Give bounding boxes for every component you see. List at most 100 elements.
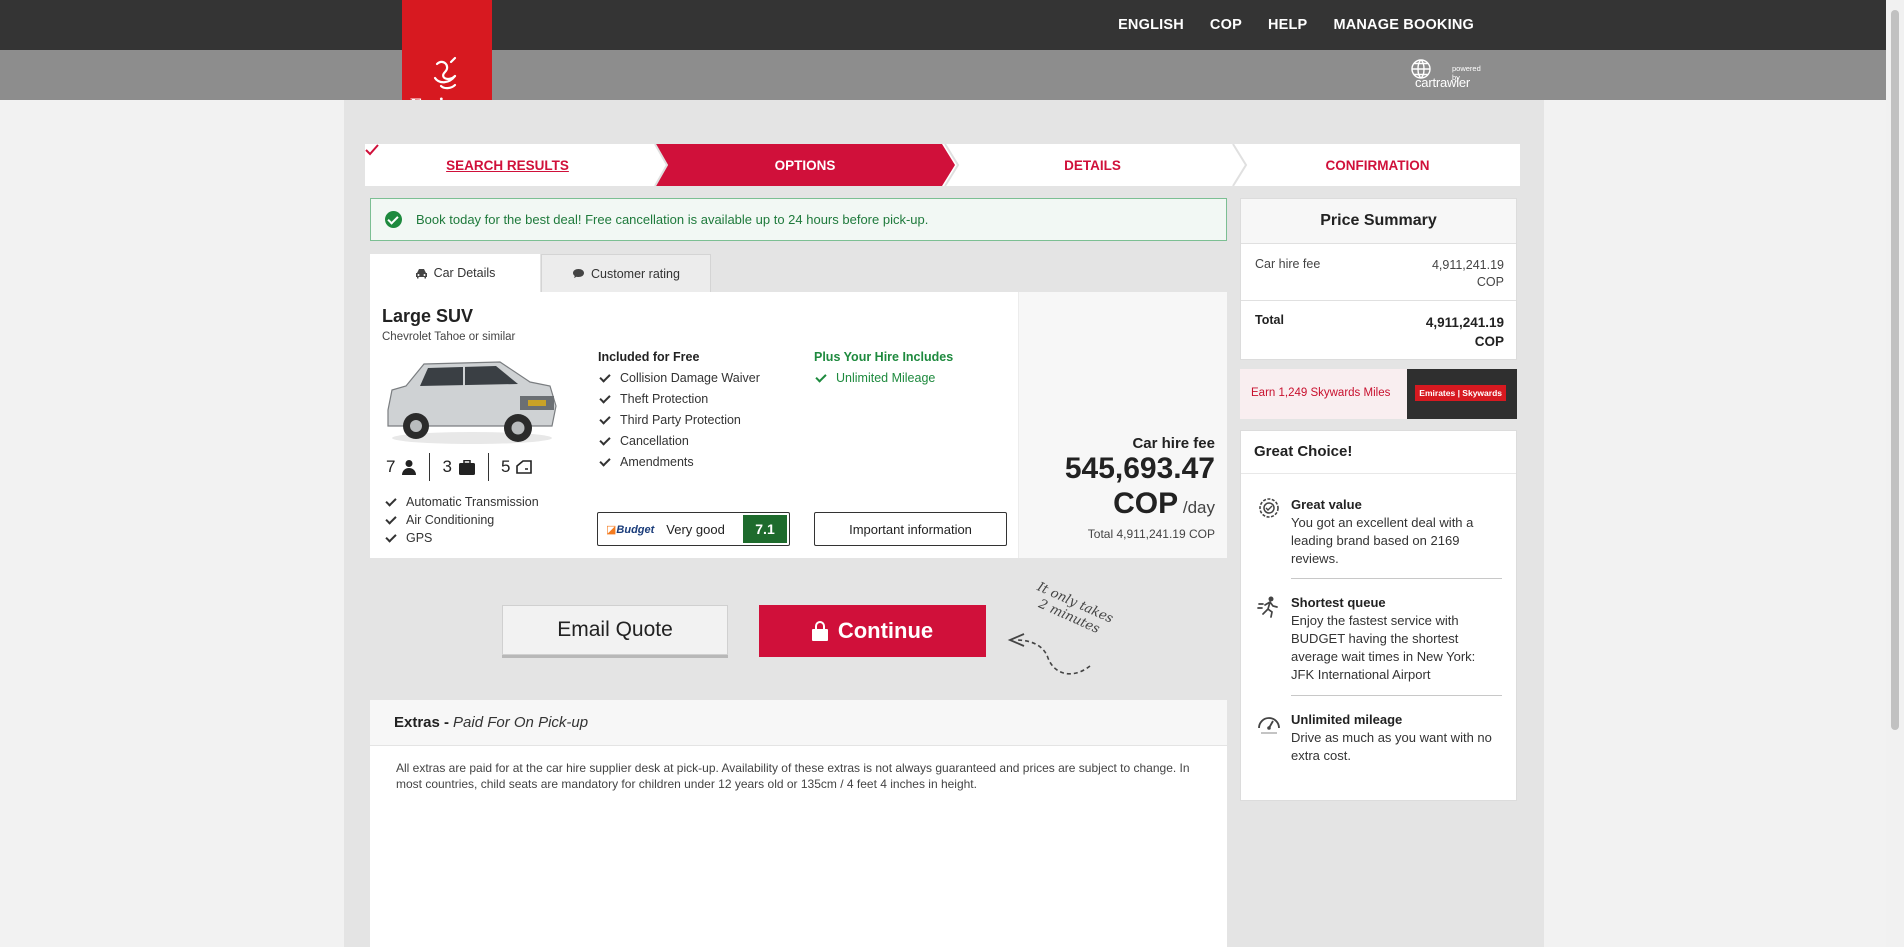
car-feature: Air Conditioning [384, 512, 494, 527]
dashed-arrow-icon [1007, 633, 1091, 675]
speedometer-icon [1258, 717, 1280, 734]
step-confirmation: CONFIRMATION [1325, 157, 1430, 173]
car-feature: GPS [384, 530, 432, 545]
top-nav: ENGLISH COP HELP MANAGE BOOKING [1118, 0, 1474, 50]
fee-total: Total 4,911,241.19 COP [1087, 527, 1215, 541]
budget-logo: ◪Budget [606, 523, 655, 536]
bags-spec: 3 [430, 457, 487, 477]
great-choice-panel: Great Choice! Great value You got an exc… [1240, 430, 1517, 801]
rating-text: Very good [666, 521, 725, 537]
step-options: OPTIONS [774, 157, 836, 173]
booking-steps: SEARCH RESULTS OPTIONS DETAILS CONFIRMAT… [365, 144, 1520, 186]
sub-bar [0, 50, 1886, 100]
seats-count: 7 [386, 457, 396, 476]
included-item: Collision Damage Waiver [598, 370, 760, 385]
car-specs: 7 3 5 [382, 452, 544, 482]
partner-name: cartrawler [1415, 75, 1471, 90]
extras-section: Extras - Paid For On Pick-up All extras … [370, 700, 1227, 947]
great-choice-title: Great Choice! [1254, 443, 1353, 460]
tab-customer-rating-label: Customer rating [591, 266, 680, 281]
shortest-queue-title: Shortest queue [1291, 595, 1386, 610]
included-title: Included for Free [598, 350, 700, 364]
included-item: Cancellation [598, 433, 689, 448]
step-search-results[interactable]: SEARCH RESULTS [365, 144, 650, 186]
skywards-logo: Emirates | Skywards [1415, 385, 1506, 401]
rating-score: 7.1 [743, 515, 787, 543]
tab-car-details[interactable]: Car Details [370, 254, 540, 292]
supplier-rating[interactable]: ◪Budget Very good 7.1 [597, 512, 790, 546]
great-value-title: Great value [1291, 497, 1362, 512]
included-item: Third Party Protection [598, 412, 741, 427]
deal-notice-text: Book today for the best deal! Free cance… [416, 212, 929, 227]
shortest-queue-text: Enjoy the fastest service with BUDGET ha… [1291, 613, 1476, 682]
door-icon [516, 460, 533, 474]
check-icon [599, 391, 611, 404]
check-icon [599, 370, 611, 383]
tab-car-details-label: Car Details [433, 266, 496, 280]
fee-label: Car hire fee [1132, 435, 1215, 452]
check-circle-icon [385, 211, 402, 228]
skywards-miles-text: Earn 1,249 Skywards Miles [1251, 387, 1391, 399]
important-information-button[interactable]: Important information [814, 512, 1007, 546]
total-value: 4,911,241.19 COP [1425, 315, 1504, 349]
unlimited-mileage-title: Unlimited mileage [1291, 712, 1403, 727]
check-icon [385, 530, 397, 543]
car-class: Large SUV [382, 306, 474, 326]
currency-link[interactable]: COP [1210, 17, 1242, 33]
seats-spec: 7 [382, 457, 429, 477]
car-icon [415, 268, 427, 278]
plus-title: Plus Your Hire Includes [814, 350, 954, 364]
car-feature: Automatic Transmission [384, 494, 539, 509]
language-link[interactable]: ENGLISH [1118, 17, 1184, 33]
check-icon [599, 412, 611, 425]
step-details: DETAILS [1064, 157, 1121, 173]
bags-count: 3 [442, 457, 452, 476]
included-item: Amendments [598, 454, 694, 469]
fee-amount: 545,693.47 [1064, 452, 1215, 485]
continue-label: Continue [837, 618, 934, 643]
check-icon [815, 370, 827, 383]
email-quote-button[interactable]: Email Quote [502, 605, 728, 655]
continue-button[interactable]: Continue [759, 605, 986, 657]
doors-count: 5 [500, 457, 511, 476]
doors-spec: 5 [489, 457, 544, 477]
page-scrollbar[interactable] [1886, 0, 1904, 947]
extras-header: Extras - Paid For On Pick-up [370, 700, 1227, 746]
hire-fee-value: 4,911,241.19 COP [1431, 258, 1504, 289]
unlimited-mileage-text: Drive as much as you want with no extra … [1291, 730, 1492, 763]
check-icon [365, 144, 379, 156]
person-icon [402, 460, 417, 475]
car-image [387, 361, 557, 444]
unlimited-mileage-item: Unlimited mileage Drive as much as you w… [1291, 711, 1496, 765]
lock-icon [811, 621, 828, 641]
great-value-text: You got an excellent deal with a leading… [1291, 515, 1474, 566]
runner-icon [1257, 596, 1278, 618]
emirates-calligraphy-icon [433, 56, 457, 90]
tab-customer-rating[interactable]: Customer rating [541, 254, 711, 292]
great-value-item: Great value You got an excellent deal wi… [1291, 496, 1496, 568]
extras-body: All extras are paid for at the car hire … [396, 761, 1190, 791]
plus-item: Unlimited Mileage [814, 370, 935, 385]
extras-subtitle: Paid For On Pick-up [453, 714, 589, 731]
extras-title: Extras - [394, 714, 450, 731]
manage-booking-link[interactable]: MANAGE BOOKING [1333, 17, 1474, 33]
skywards-banner: Earn 1,249 Skywards Miles Emirates | Sky… [1240, 369, 1517, 419]
top-bar [0, 0, 1886, 50]
check-icon [599, 454, 611, 467]
price-summary-title: Price Summary [1241, 199, 1516, 244]
shortest-queue-item: Shortest queue Enjoy the fastest service… [1291, 594, 1496, 684]
included-item: Theft Protection [598, 391, 708, 406]
help-link[interactable]: HELP [1268, 17, 1307, 33]
hire-fee-label: Car hire fee [1255, 257, 1321, 271]
car-model: Chevrolet Tahoe or similar [382, 331, 516, 343]
deal-notice: Book today for the best deal! Free cance… [370, 198, 1227, 241]
check-icon [599, 433, 611, 446]
suitcase-icon [458, 459, 475, 475]
cartrawler-logo: powered by cartrawler [1408, 58, 1490, 94]
badge-icon [1259, 498, 1279, 518]
chat-bubble-icon [573, 269, 585, 278]
price-summary: Price Summary Car hire fee 4,911,241.19 C… [1240, 198, 1517, 360]
scrollbar-thumb[interactable] [1891, 10, 1899, 730]
check-icon [385, 512, 397, 525]
fee-currency: COP /day [1113, 487, 1215, 520]
